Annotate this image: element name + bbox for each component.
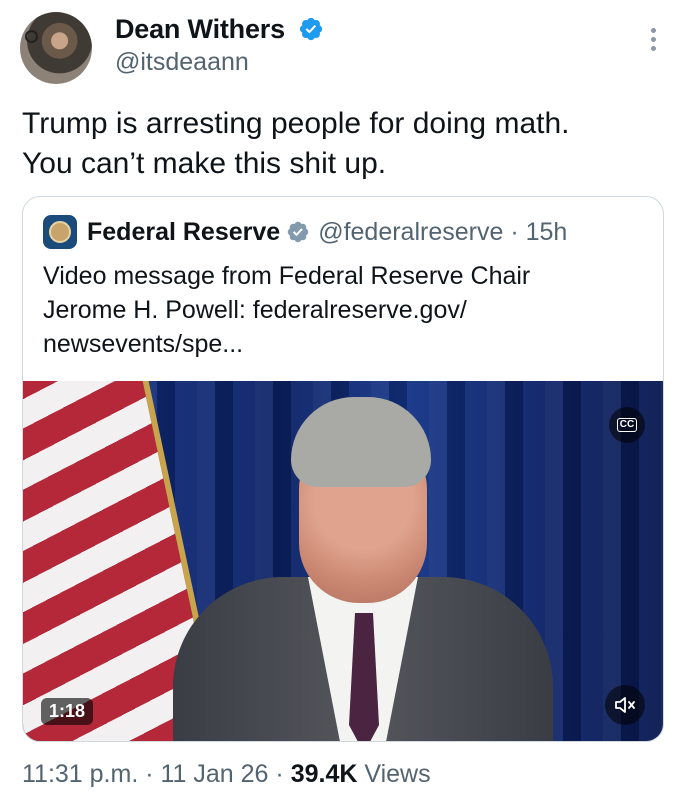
closed-captions-icon: CC <box>616 418 638 432</box>
federal-reserve-avatar[interactable] <box>43 215 77 249</box>
tweet-metadata: 11:31 p.m. · 11 Jan 26 · 39.4K Views <box>22 760 431 789</box>
author-handle[interactable]: @itsdeaann <box>115 48 249 77</box>
quoted-tweet-text: Video message from Federal Reserve Chair… <box>43 259 643 361</box>
verified-badge-icon <box>287 221 309 243</box>
separator: · <box>268 760 291 788</box>
author-avatar[interactable] <box>20 12 92 84</box>
mute-toggle-button[interactable] <box>605 685 645 725</box>
verified-badge-icon <box>300 17 323 41</box>
views-count[interactable]: 39.4K <box>291 760 358 788</box>
quoted-tweet-header: Federal Reserve @federalreserve · 15h <box>43 215 567 249</box>
muted-speaker-icon <box>615 697 635 713</box>
quoted-line: Video message from Federal Reserve Chair <box>43 262 531 290</box>
tweet-text: Trump is arresting people for doing math… <box>22 104 662 184</box>
quoted-tweet-time: · 15h <box>510 217 568 246</box>
video-duration: 1:18 <box>41 698 94 725</box>
author-name[interactable]: Dean Withers <box>115 14 324 45</box>
more-options-icon[interactable] <box>651 28 657 51</box>
closed-captions-button[interactable]: CC <box>609 407 645 443</box>
quoted-line: Jerome H. Powell: federalreserve.gov/ <box>43 296 467 324</box>
tweet-line: Trump is arresting people for doing math… <box>22 107 570 140</box>
author-name-text: Dean Withers <box>115 14 285 44</box>
tweet-line: You can’t make this shit up. <box>22 147 387 180</box>
quoted-line: newsevents/spe... <box>43 330 244 358</box>
quoted-tweet-card[interactable]: Federal Reserve @federalreserve · 15h Vi… <box>22 196 664 742</box>
separator: · <box>138 760 161 788</box>
video-player[interactable]: CC 1:18 <box>23 381 663 741</box>
tweet-time[interactable]: 11:31 p.m. <box>22 760 138 788</box>
views-label: Views <box>357 760 431 788</box>
quoted-author-handle[interactable]: @federalreserve <box>318 218 503 247</box>
tweet-date[interactable]: 11 Jan 26 <box>161 760 269 788</box>
quoted-author-name[interactable]: Federal Reserve <box>87 218 280 247</box>
